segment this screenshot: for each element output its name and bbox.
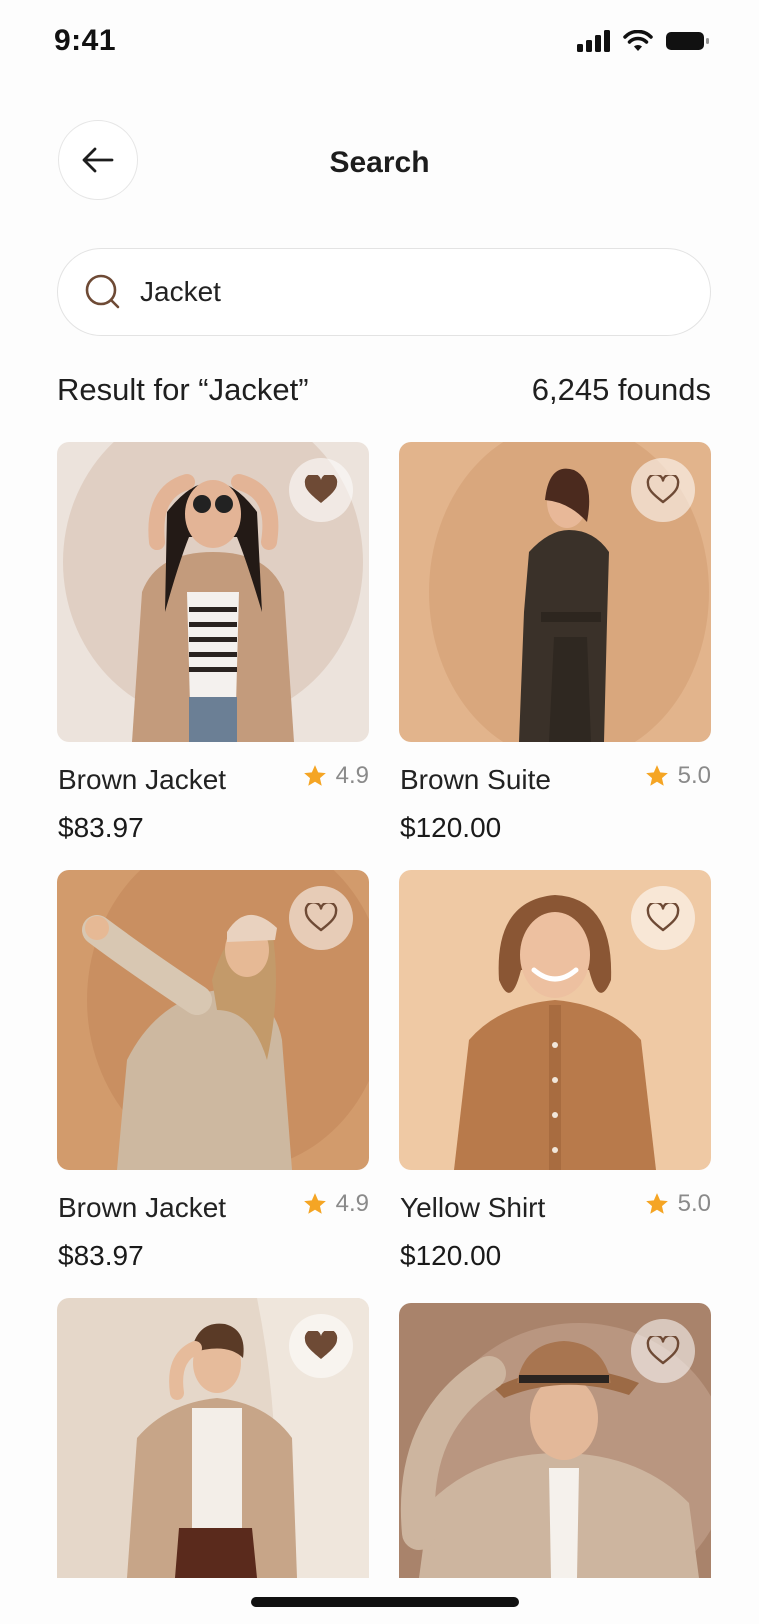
rating-value: 4.9 [335,1190,369,1217]
search-field[interactable] [57,248,711,336]
product-name: Brown Suite [400,764,551,795]
page-title: Search [329,146,430,179]
status-bar: 9:41 [0,0,759,86]
product-image[interactable] [57,442,369,742]
product-image[interactable] [57,1298,369,1578]
home-indicator [251,1597,519,1607]
cellular-signal-icon [577,30,610,52]
product-image[interactable] [399,870,711,1170]
star-icon [303,1193,326,1214]
favorite-button[interactable] [631,1319,695,1383]
status-icons [577,30,711,52]
search-icon [85,274,120,309]
status-time: 9:41 [54,24,117,57]
favorite-button[interactable] [289,1314,353,1378]
product-image[interactable] [399,1303,711,1578]
product-price: $83.97 [58,1240,144,1271]
product-price: $120.00 [400,1240,502,1271]
product-name: Brown Jacket [58,1192,227,1223]
result-label: Result for “Jacket” [57,372,309,407]
result-count: 6,245 founds [531,372,711,407]
product-rating: 4.9 [302,762,369,790]
product-card[interactable] [399,1303,711,1578]
heart-outline-icon [646,475,680,504]
wifi-icon [623,30,653,51]
product-price: $83.97 [58,812,144,843]
product-image[interactable] [57,870,369,1170]
favorite-button[interactable] [289,458,353,522]
star-icon [645,1193,668,1214]
heart-outline-icon [304,903,338,932]
product-rating: 5.0 [644,1190,711,1218]
product-rating: 5.0 [644,762,711,790]
product-price: $120.00 [400,812,502,843]
product-card[interactable]: Brown Suite 5.0 $120.00 [399,442,711,843]
product-name: Brown Jacket [58,764,227,795]
product-rating: 4.9 [302,1190,369,1218]
battery-icon [666,32,709,50]
rating-value: 5.0 [677,762,711,789]
product-card[interactable]: Yellow Shirt 5.0 $120.00 [399,870,711,1271]
favorite-button[interactable] [631,886,695,950]
search-input[interactable] [140,276,660,308]
product-card[interactable]: Brown Jacket 4.9 $83.97 [57,870,369,1271]
product-card[interactable]: Brown Jacket 4.9 $83.97 [57,442,369,843]
favorite-button[interactable] [289,886,353,950]
heart-outline-icon [646,1336,680,1365]
star-icon [645,765,668,786]
rating-value: 5.0 [677,1190,711,1217]
favorite-button[interactable] [631,458,695,522]
product-name: Yellow Shirt [400,1192,546,1223]
heart-filled-icon [304,1331,338,1359]
search-results-screen: 9:41 Search Jacket Result for “Jacket” 6… [0,0,759,1624]
product-card[interactable] [57,1298,369,1578]
product-image[interactable] [399,442,711,742]
heart-filled-icon [304,475,338,503]
heart-outline-icon [646,903,680,932]
star-icon [303,765,326,786]
rating-value: 4.9 [335,762,369,789]
